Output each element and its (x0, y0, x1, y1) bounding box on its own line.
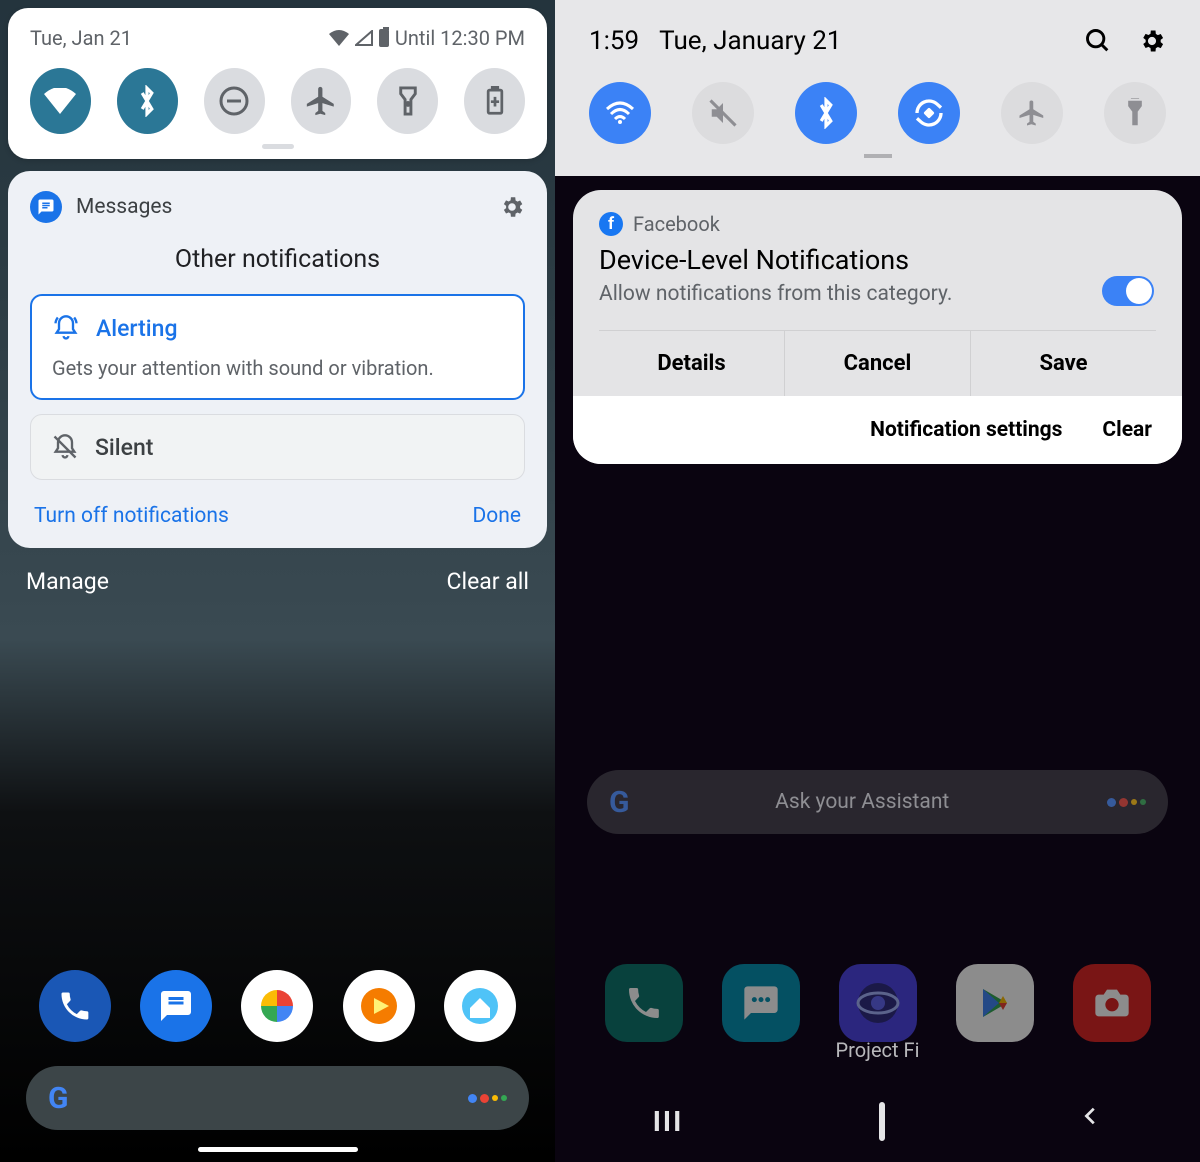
app-camera[interactable] (1073, 964, 1151, 1042)
gear-icon[interactable] (499, 194, 525, 220)
home-button[interactable] (879, 1105, 885, 1138)
folder-label: Project Fi (555, 1038, 1200, 1062)
manage-button[interactable]: Manage (26, 568, 109, 595)
option-silent[interactable]: Silent (30, 414, 525, 480)
status-until: Until 12:30 PM (395, 26, 525, 50)
option-alerting[interactable]: Alerting Gets your attention with sound … (30, 294, 525, 400)
assistant-icon (468, 1094, 507, 1103)
home-indicator[interactable] (198, 1147, 358, 1152)
status-bar: Tue, Jan 21 Until 12:30 PM (30, 26, 525, 50)
tile-auto-rotate[interactable] (898, 82, 960, 144)
card-app-row: f Facebook (599, 212, 1156, 236)
app-home[interactable] (444, 970, 516, 1042)
toggle-switch[interactable] (1102, 276, 1154, 306)
status-date: Tue, Jan 21 (30, 26, 132, 50)
assistant-icon (1107, 798, 1146, 807)
card-title: Device-Level Notifications (599, 244, 1156, 276)
details-button[interactable]: Details (599, 331, 784, 396)
drag-handle[interactable] (864, 154, 892, 158)
tile-wifi[interactable] (30, 68, 91, 134)
notification-card: f Facebook Device-Level Notifications Al… (573, 190, 1182, 464)
status-bar: 1:59 Tue, January 21 (589, 26, 1166, 56)
notification-settings-link[interactable]: Notification settings (870, 418, 1062, 442)
notification-options-card: Messages Other notifications Alerting Ge… (8, 171, 547, 548)
assistant-search-bar[interactable]: G Ask your Assistant (587, 770, 1168, 834)
pixel-phone: Tue, Jan 21 Until 12:30 PM (0, 0, 555, 1162)
alerting-desc: Gets your attention with sound or vibrat… (52, 356, 503, 380)
app-photos[interactable] (241, 970, 313, 1042)
tile-bluetooth[interactable] (795, 82, 857, 144)
qs-tiles (589, 82, 1166, 144)
tile-wifi[interactable] (589, 82, 651, 144)
done-button[interactable]: Done (473, 504, 522, 528)
facebook-icon: f (599, 212, 623, 236)
tile-airplane[interactable] (1001, 82, 1063, 144)
cancel-button[interactable]: Cancel (784, 331, 970, 396)
clear-all-button[interactable]: Clear all (447, 568, 529, 595)
other-notifications-heading: Other notifications (30, 245, 525, 274)
battery-icon (379, 29, 389, 47)
cell-signal-icon (355, 30, 373, 46)
bell-ring-icon (52, 314, 80, 342)
app-phone[interactable] (39, 970, 111, 1042)
status-right: Until 12:30 PM (329, 26, 525, 50)
app-messages[interactable] (140, 970, 212, 1042)
tile-sound[interactable] (692, 82, 754, 144)
card-actions: Details Cancel Save (599, 330, 1156, 396)
tile-flashlight[interactable] (1104, 82, 1166, 144)
tile-airplane[interactable] (291, 68, 352, 134)
card-desc: Allow notifications from this category. (599, 282, 1156, 306)
search-placeholder: Ask your Assistant (775, 790, 949, 814)
card-footer: Notification settings Clear (573, 396, 1182, 464)
tile-battery-saver[interactable] (464, 68, 525, 134)
save-button[interactable]: Save (970, 331, 1156, 396)
tile-dnd[interactable] (204, 68, 265, 134)
drag-handle[interactable] (262, 144, 294, 149)
status-time: 1:59 (589, 26, 639, 56)
samsung-phone: 1:59 Tue, January 21 (555, 0, 1200, 1162)
notification-app-name: Messages (76, 195, 172, 219)
dock (0, 970, 555, 1042)
alerting-label: Alerting (96, 315, 178, 342)
app-browser[interactable] (839, 964, 917, 1042)
google-logo-icon: G (48, 1081, 68, 1116)
wifi-status-icon (329, 30, 349, 46)
nav-bar: III (555, 1105, 1200, 1138)
silent-label: Silent (95, 434, 153, 461)
app-play-music[interactable] (343, 970, 415, 1042)
quick-settings-panel: Tue, Jan 21 Until 12:30 PM (8, 8, 547, 159)
turn-off-notifications-link[interactable]: Turn off notifications (34, 504, 229, 528)
qs-tiles (30, 68, 525, 134)
search-bar[interactable]: G (26, 1066, 529, 1130)
search-icon[interactable] (1084, 27, 1112, 55)
shade-footer: Manage Clear all (8, 548, 547, 615)
settings-gear-icon[interactable] (1138, 27, 1166, 55)
status-date: Tue, January 21 (659, 26, 841, 56)
recents-button[interactable]: III (653, 1105, 684, 1138)
back-button[interactable] (1080, 1105, 1102, 1138)
quick-settings-panel: 1:59 Tue, January 21 (555, 0, 1200, 176)
dock (555, 964, 1200, 1042)
app-play-store[interactable] (956, 964, 1034, 1042)
card-app-name: Facebook (633, 212, 720, 236)
app-messages[interactable] (722, 964, 800, 1042)
tile-bluetooth[interactable] (117, 68, 178, 134)
tile-flashlight[interactable] (377, 68, 438, 134)
app-phone[interactable] (605, 964, 683, 1042)
google-logo-icon: G (609, 785, 629, 820)
messages-app-icon (30, 191, 62, 223)
bell-off-icon (51, 433, 79, 461)
clear-button[interactable]: Clear (1102, 418, 1152, 442)
